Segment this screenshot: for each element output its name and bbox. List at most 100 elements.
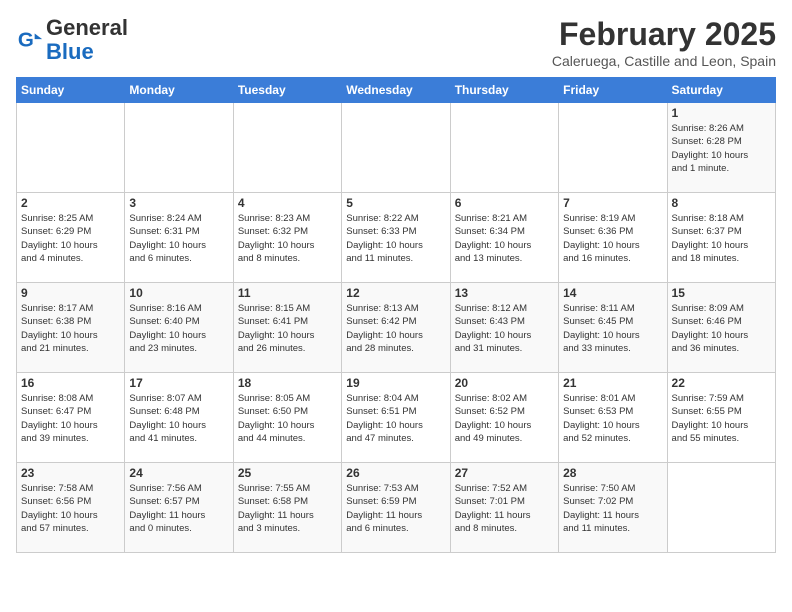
calendar-day-cell — [342, 103, 450, 193]
day-number: 20 — [455, 376, 554, 390]
calendar-day-cell: 4 Sunrise: 8:23 AMSunset: 6:32 PMDaylight… — [233, 193, 341, 283]
calendar-week-row: 23Sunrise: 7:58 AMSunset: 6:56 PMDayligh… — [17, 463, 776, 553]
calendar-day-cell: 5 Sunrise: 8:22 AMSunset: 6:33 PMDaylight… — [342, 193, 450, 283]
day-number: 13 — [455, 286, 554, 300]
day-info: Sunrise: 7:50 AMSunset: 7:02 PMDaylight:… — [563, 482, 662, 535]
calendar-day-cell: 21Sunrise: 8:01 AMSunset: 6:53 PMDayligh… — [559, 373, 667, 463]
day-number: 24 — [129, 466, 228, 480]
day-info: Sunrise: 8:19 AMSunset: 6:36 PMDaylight:… — [563, 212, 662, 265]
day-info: Sunrise: 8:25 AMSunset: 6:29 PMDaylight:… — [21, 212, 120, 265]
calendar-day-cell: 15 Sunrise: 8:09 AMSunset: 6:46 PMDayligh… — [667, 283, 775, 373]
page-header: G GeneralBlue February 2025 Caleruega, C… — [16, 16, 776, 69]
day-info: Sunrise: 8:24 AMSunset: 6:31 PMDaylight:… — [129, 212, 228, 265]
calendar-day-cell: 9 Sunrise: 8:17 AMSunset: 6:38 PMDaylight… — [17, 283, 125, 373]
calendar-day-cell: 27 Sunrise: 7:52 AMSunset: 7:01 PMDayligh… — [450, 463, 558, 553]
month-year-title: February 2025 — [552, 16, 776, 53]
calendar-day-cell: 20 Sunrise: 8:02 AMSunset: 6:52 PMDayligh… — [450, 373, 558, 463]
calendar-week-row: 9 Sunrise: 8:17 AMSunset: 6:38 PMDaylight… — [17, 283, 776, 373]
day-number: 16 — [21, 376, 120, 390]
day-number: 19 — [346, 376, 445, 390]
calendar-day-cell: 16Sunrise: 8:08 AMSunset: 6:47 PMDayligh… — [17, 373, 125, 463]
day-info: Sunrise: 7:53 AMSunset: 6:59 PMDaylight:… — [346, 482, 445, 535]
day-number: 22 — [672, 376, 771, 390]
weekday-header-cell: Friday — [559, 78, 667, 103]
weekday-header-cell: Thursday — [450, 78, 558, 103]
day-number: 18 — [238, 376, 337, 390]
calendar-day-cell: 6Sunrise: 8:21 AMSunset: 6:34 PMDaylight… — [450, 193, 558, 283]
day-number: 25 — [238, 466, 337, 480]
calendar-day-cell: 22 Sunrise: 7:59 AMSunset: 6:55 PMDayligh… — [667, 373, 775, 463]
svg-text:G: G — [18, 29, 34, 52]
day-info: Sunrise: 8:12 AMSunset: 6:43 PMDaylight:… — [455, 302, 554, 355]
calendar-day-cell: 7 Sunrise: 8:19 AMSunset: 6:36 PMDaylight… — [559, 193, 667, 283]
calendar-day-cell: 11Sunrise: 8:15 AMSunset: 6:41 PMDayligh… — [233, 283, 341, 373]
day-number: 7 — [563, 196, 662, 210]
day-info: Sunrise: 8:07 AMSunset: 6:48 PMDaylight:… — [129, 392, 228, 445]
location-subtitle: Caleruega, Castille and Leon, Spain — [552, 53, 776, 69]
day-info: Sunrise: 8:09 AMSunset: 6:46 PMDaylight:… — [672, 302, 771, 355]
day-number: 26 — [346, 466, 445, 480]
day-info: Sunrise: 7:55 AMSunset: 6:58 PMDaylight:… — [238, 482, 337, 535]
calendar-day-cell — [125, 103, 233, 193]
weekday-header-cell: Sunday — [17, 78, 125, 103]
calendar-day-cell: 23Sunrise: 7:58 AMSunset: 6:56 PMDayligh… — [17, 463, 125, 553]
day-info: Sunrise: 7:58 AMSunset: 6:56 PMDaylight:… — [21, 482, 120, 535]
day-info: Sunrise: 8:05 AMSunset: 6:50 PMDaylight:… — [238, 392, 337, 445]
day-info: Sunrise: 8:13 AMSunset: 6:42 PMDaylight:… — [346, 302, 445, 355]
calendar-day-cell: 24 Sunrise: 7:56 AMSunset: 6:57 PMDayligh… — [125, 463, 233, 553]
day-number: 8 — [672, 196, 771, 210]
day-number: 3 — [129, 196, 228, 210]
logo-text: GeneralBlue — [46, 16, 128, 64]
title-block: February 2025 Caleruega, Castille and Le… — [552, 16, 776, 69]
day-number: 5 — [346, 196, 445, 210]
calendar-day-cell: 1 Sunrise: 8:26 AMSunset: 6:28 PMDaylight… — [667, 103, 775, 193]
logo: G GeneralBlue — [16, 16, 128, 64]
day-info: Sunrise: 8:21 AMSunset: 6:34 PMDaylight:… — [455, 212, 554, 265]
calendar-day-cell: 19Sunrise: 8:04 AMSunset: 6:51 PMDayligh… — [342, 373, 450, 463]
day-number: 9 — [21, 286, 120, 300]
day-info: Sunrise: 8:15 AMSunset: 6:41 PMDaylight:… — [238, 302, 337, 355]
weekday-header-cell: Monday — [125, 78, 233, 103]
calendar-table: SundayMondayTuesdayWednesdayThursdayFrid… — [16, 77, 776, 553]
calendar-day-cell: 12 Sunrise: 8:13 AMSunset: 6:42 PMDayligh… — [342, 283, 450, 373]
day-number: 12 — [346, 286, 445, 300]
calendar-day-cell: 14Sunrise: 8:11 AMSunset: 6:45 PMDayligh… — [559, 283, 667, 373]
day-info: Sunrise: 8:16 AMSunset: 6:40 PMDaylight:… — [129, 302, 228, 355]
day-number: 4 — [238, 196, 337, 210]
day-number: 17 — [129, 376, 228, 390]
day-info: Sunrise: 8:18 AMSunset: 6:37 PMDaylight:… — [672, 212, 771, 265]
day-number: 27 — [455, 466, 554, 480]
day-number: 14 — [563, 286, 662, 300]
calendar-day-cell: 13 Sunrise: 8:12 AMSunset: 6:43 PMDayligh… — [450, 283, 558, 373]
weekday-header-cell: Saturday — [667, 78, 775, 103]
calendar-day-cell: 3 Sunrise: 8:24 AMSunset: 6:31 PMDaylight… — [125, 193, 233, 283]
calendar-day-cell — [667, 463, 775, 553]
day-number: 1 — [672, 106, 771, 120]
day-info: Sunrise: 8:23 AMSunset: 6:32 PMDaylight:… — [238, 212, 337, 265]
calendar-day-cell: 26 Sunrise: 7:53 AMSunset: 6:59 PMDayligh… — [342, 463, 450, 553]
day-info: Sunrise: 7:59 AMSunset: 6:55 PMDaylight:… — [672, 392, 771, 445]
day-info: Sunrise: 8:17 AMSunset: 6:38 PMDaylight:… — [21, 302, 120, 355]
calendar-day-cell: 25 Sunrise: 7:55 AMSunset: 6:58 PMDayligh… — [233, 463, 341, 553]
day-number: 15 — [672, 286, 771, 300]
day-number: 10 — [129, 286, 228, 300]
calendar-week-row: 16Sunrise: 8:08 AMSunset: 6:47 PMDayligh… — [17, 373, 776, 463]
day-info: Sunrise: 7:56 AMSunset: 6:57 PMDaylight:… — [129, 482, 228, 535]
calendar-day-cell: 10 Sunrise: 8:16 AMSunset: 6:40 PMDayligh… — [125, 283, 233, 373]
weekday-header-row: SundayMondayTuesdayWednesdayThursdayFrid… — [17, 78, 776, 103]
calendar-week-row: 2Sunrise: 8:25 AMSunset: 6:29 PMDaylight… — [17, 193, 776, 283]
day-number: 28 — [563, 466, 662, 480]
calendar-day-cell — [17, 103, 125, 193]
calendar-day-cell: 28 Sunrise: 7:50 AMSunset: 7:02 PMDayligh… — [559, 463, 667, 553]
day-info: Sunrise: 8:22 AMSunset: 6:33 PMDaylight:… — [346, 212, 445, 265]
day-number: 21 — [563, 376, 662, 390]
calendar-day-cell — [233, 103, 341, 193]
calendar-day-cell: 17 Sunrise: 8:07 AMSunset: 6:48 PMDayligh… — [125, 373, 233, 463]
day-info: Sunrise: 7:52 AMSunset: 7:01 PMDaylight:… — [455, 482, 554, 535]
day-info: Sunrise: 8:02 AMSunset: 6:52 PMDaylight:… — [455, 392, 554, 445]
day-info: Sunrise: 8:26 AMSunset: 6:28 PMDaylight:… — [672, 122, 771, 175]
weekday-header-cell: Tuesday — [233, 78, 341, 103]
calendar-day-cell: 2Sunrise: 8:25 AMSunset: 6:29 PMDaylight… — [17, 193, 125, 283]
calendar-day-cell: 8 Sunrise: 8:18 AMSunset: 6:37 PMDaylight… — [667, 193, 775, 283]
calendar-day-cell: 18 Sunrise: 8:05 AMSunset: 6:50 PMDayligh… — [233, 373, 341, 463]
